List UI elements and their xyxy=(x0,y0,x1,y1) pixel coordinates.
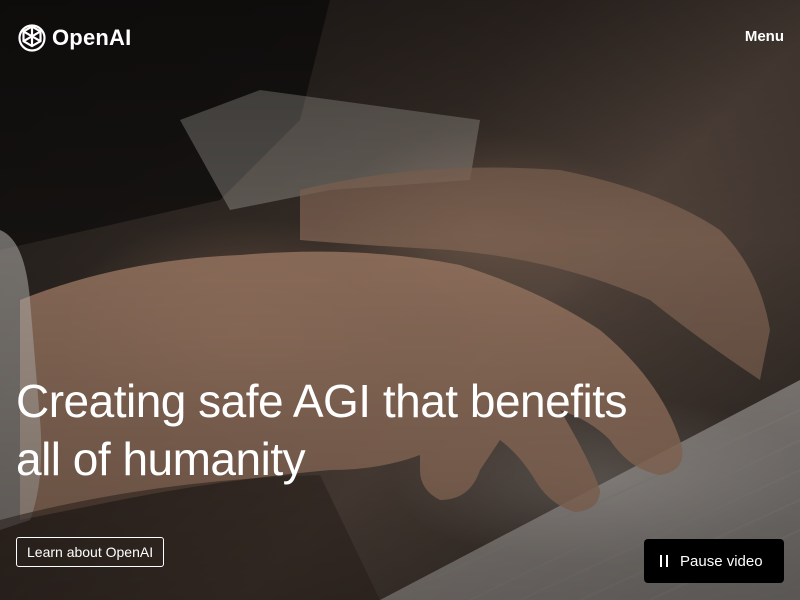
learn-about-openai-button[interactable]: Learn about OpenAI xyxy=(16,537,165,567)
menu-button[interactable]: Menu xyxy=(745,28,784,45)
pause-icon xyxy=(660,555,668,567)
pause-video-label: Pause video xyxy=(680,552,763,570)
openai-logo-link[interactable]: OpenAI xyxy=(16,22,131,54)
headline-line-1: Creating safe AGI that benefits xyxy=(16,375,627,427)
pause-video-button[interactable]: Pause video xyxy=(644,539,784,583)
hero-headline: Creating safe AGI that benefits all of h… xyxy=(16,372,756,488)
top-navigation: OpenAI Menu xyxy=(0,0,800,76)
hero-section: OpenAI Menu Creating safe AGI that benef… xyxy=(0,0,800,600)
headline-line-2: all of humanity xyxy=(16,433,306,485)
brand-name: OpenAI xyxy=(52,25,132,50)
openai-knot-icon xyxy=(18,24,46,52)
video-overlay xyxy=(0,0,800,600)
